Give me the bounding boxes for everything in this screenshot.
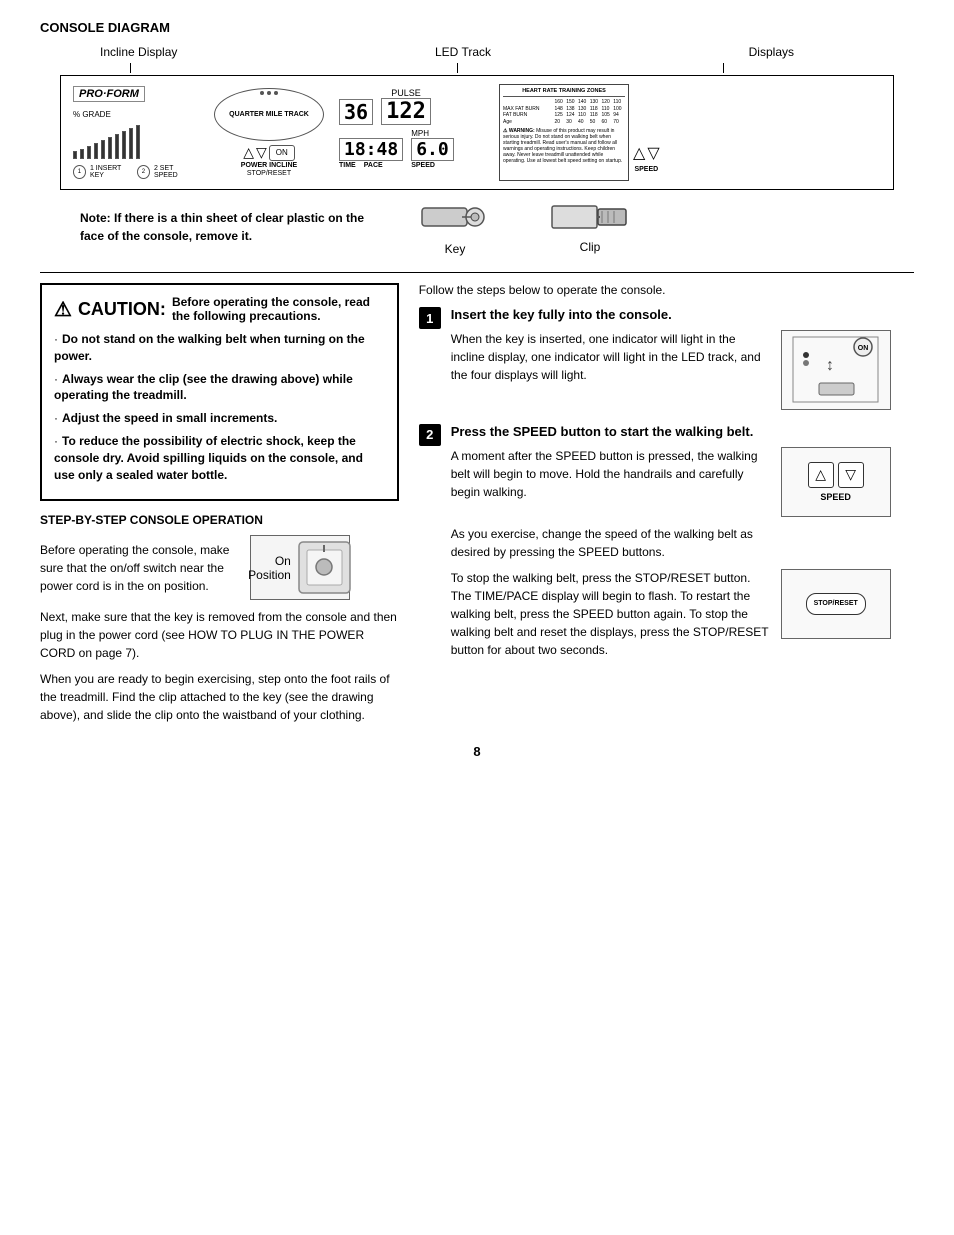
display-num3: 18:48	[339, 138, 403, 161]
key-label: Key	[445, 242, 466, 256]
follow-steps-text: Follow the steps below to operate the co…	[419, 283, 914, 297]
led-track-label: LED Track	[435, 45, 491, 59]
quarter-mile-track: QUARTER MILE TRACK	[214, 88, 324, 141]
caution-subtitle-text: Before operating the console, read the f…	[172, 295, 385, 323]
incline-display-label: Incline Display	[100, 45, 177, 59]
key-clip-area: Note: If there is a thin sheet of clear …	[40, 190, 914, 264]
caution-item-3: ·Adjust the speed in small increments.	[54, 410, 385, 427]
display-num2: 122	[381, 98, 431, 125]
console-main-border: PRO·FORM % GRADE 1 1 INSERT KEY 2 2 S	[60, 75, 894, 190]
clip-label: Clip	[580, 240, 601, 254]
step-1-heading: Insert the key fully into the console.	[451, 307, 914, 324]
step-1-image: ON ↕	[781, 330, 891, 410]
step-2-heading: Press the SPEED button to start the walk…	[451, 424, 914, 441]
caution-item-1: ·Do not stand on the walking belt when t…	[54, 331, 385, 365]
display-num1: 36	[339, 99, 373, 125]
switch-graphic	[297, 540, 352, 595]
caution-title-text: CAUTION:	[78, 299, 166, 320]
stop-reset-image: STOP/RESET	[781, 569, 891, 639]
page-title: CONSOLE DIAGRAM	[40, 20, 914, 35]
step-2-number: 2	[419, 424, 441, 446]
intro-text: Before operating the console, make sure …	[40, 541, 240, 595]
step-2-desc1: A moment after the SPEED button is press…	[451, 447, 771, 517]
track-label: QUARTER MILE TRACK	[229, 111, 309, 118]
diagram-labels-row: Incline Display LED Track Displays	[40, 45, 914, 63]
caution-box: ⚠ CAUTION: Before operating the console,…	[40, 283, 399, 501]
displays-label: Displays	[749, 45, 794, 59]
step-para3: When you are ready to begin exercising, …	[40, 670, 399, 724]
caution-item-2: ·Always wear the clip (see the drawing a…	[54, 371, 385, 405]
proform-logo: PRO·FORM	[73, 86, 145, 102]
svg-text:ON: ON	[857, 345, 868, 352]
speed-buttons-image: △ ▽ SPEED	[781, 447, 891, 517]
console-diagram-area: Incline Display LED Track Displays PRO·F…	[40, 45, 914, 264]
caution-triangle-icon: ⚠	[54, 297, 72, 322]
step-para2: Next, make sure that the key is removed …	[40, 608, 399, 662]
step-2-desc3: To stop the walking belt, press the STOP…	[451, 569, 771, 659]
svg-text:↕: ↕	[826, 357, 834, 374]
speed-label-small: SPEED	[820, 492, 851, 502]
display-num4: 6.0	[411, 138, 454, 161]
on-position-box: On Position	[250, 535, 350, 600]
page-number: 8	[40, 744, 914, 759]
note-text: Note: If there is a thin sheet of clear …	[80, 211, 364, 243]
step-2: 2 Press the SPEED button to start the wa…	[419, 424, 914, 659]
caution-list: ·Do not stand on the walking belt when t…	[54, 331, 385, 483]
clip-graphic	[550, 201, 630, 236]
caution-item-4: ·To reduce the possibility of electric s…	[54, 433, 385, 483]
step-2-desc2: As you exercise, change the speed of the…	[451, 525, 771, 561]
step-by-step-title: STEP-BY-STEP CONSOLE OPERATION	[40, 513, 399, 527]
grade-label: % GRADE	[73, 110, 195, 119]
step-1: 1 Insert the key fully into the console.…	[419, 307, 914, 410]
step-by-step-section: STEP-BY-STEP CONSOLE OPERATION Before op…	[40, 513, 399, 724]
step-1-number: 1	[419, 307, 441, 329]
heart-rate-box: HEART RATE TRAINING ZONES 16015014013012…	[499, 84, 629, 181]
key-graphic	[420, 198, 490, 238]
step-1-desc: When the key is inserted, one indicator …	[451, 330, 771, 410]
